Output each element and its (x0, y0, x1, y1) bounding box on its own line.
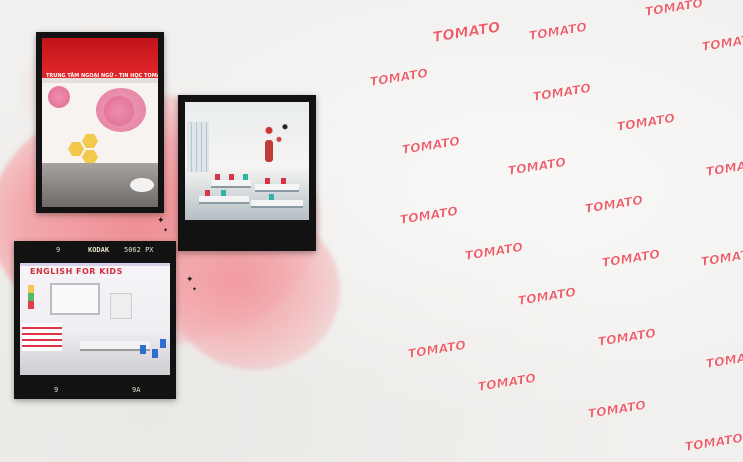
sparkle-icon: ✦ (186, 275, 194, 285)
wall-decal (257, 116, 297, 152)
sparkle-icon: ✦ (192, 286, 198, 293)
table (211, 180, 251, 188)
table (255, 184, 299, 192)
film-frame-number: 9 (56, 246, 61, 254)
english-banner: ENGLISH FOR KIDS (30, 267, 123, 276)
table (251, 200, 303, 208)
reception-image: TRUNG TÂM NGOẠI NGỮ - TIN HỌC TOMATO (42, 38, 158, 207)
slide-canvas: TRUNG TÂM NGOẠI NGỮ - TIN HỌC TOMATO 9 K… (0, 0, 743, 462)
reception-sign (42, 38, 158, 78)
alphabet-letters (28, 285, 34, 309)
sign-text: TRUNG TÂM NGOẠI NGỮ - TIN HỌC TOMATO (46, 73, 158, 79)
sparkle-icon: ✦ (163, 227, 169, 234)
sparkle-icon: ✦ (157, 216, 165, 226)
film-frame-code: 9A (132, 386, 141, 394)
flower-decoration (48, 86, 70, 108)
striped-cabinet (22, 323, 62, 351)
table (199, 196, 249, 204)
flower-pot (130, 178, 154, 192)
whiteboard (50, 283, 100, 315)
window (187, 122, 209, 172)
film-brand: KODAK (88, 246, 110, 254)
photo-classroom (178, 95, 316, 251)
film-type: 5062 PX (124, 246, 154, 254)
film-frame-number: 9 (54, 386, 59, 394)
classroom-image (185, 102, 309, 220)
photo-kids-room: 9 KODAK 5062 PX ENGLISH FOR KIDS 9 9A (14, 241, 176, 399)
photo-reception: TRUNG TÂM NGOẠI NGỮ - TIN HỌC TOMATO (36, 32, 164, 213)
kids-room-image: ENGLISH FOR KIDS (20, 263, 170, 375)
window (110, 293, 132, 319)
wall-figure (265, 140, 273, 162)
